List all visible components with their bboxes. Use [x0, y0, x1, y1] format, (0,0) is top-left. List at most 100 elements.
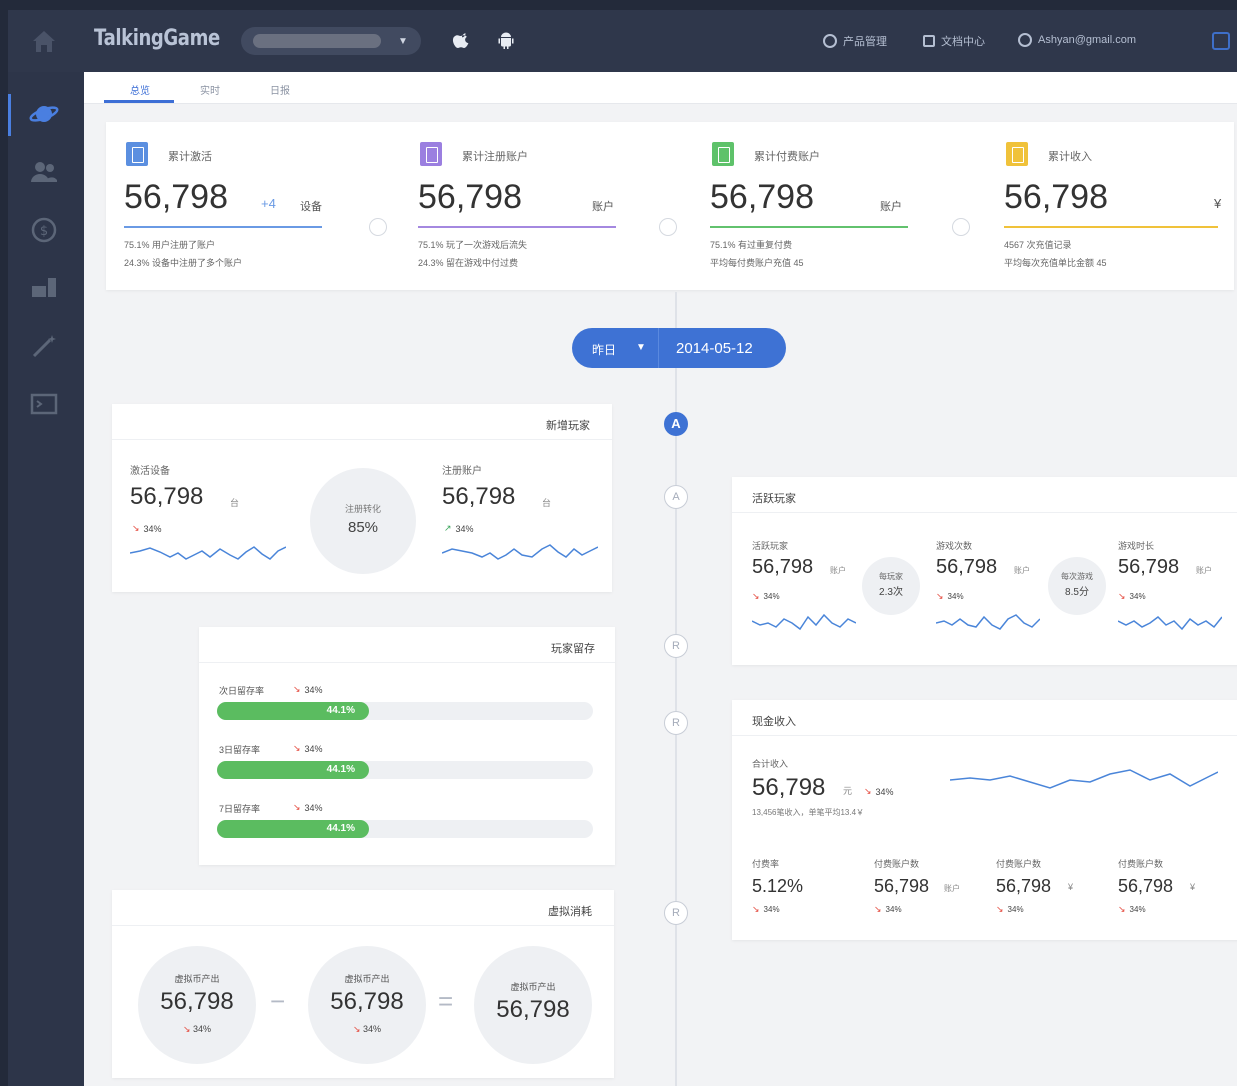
users-icon[interactable]: [28, 158, 60, 186]
trend-down-icon: ↘: [1118, 904, 1126, 914]
planet-icon[interactable]: [28, 100, 60, 128]
active-players-card: 活跃玩家 活跃玩家 56,798 账户 ↘ 34% 每玩家 2.3次 游戏次数 …: [732, 477, 1237, 665]
section-title: 虚拟消耗: [548, 906, 592, 918]
terminal-icon[interactable]: [28, 390, 60, 418]
devices-icon[interactable]: [28, 274, 60, 302]
metric-label: 注册账户: [442, 466, 482, 477]
retention-bar: 44.1%: [217, 702, 593, 720]
income-icon: [1006, 142, 1028, 166]
metric-value: 56,798: [874, 876, 930, 896]
metric-label: 付费账户数: [874, 859, 920, 869]
timeline-node[interactable]: R: [664, 634, 688, 658]
section-title: 活跃玩家: [752, 493, 796, 505]
metric-unit: 台: [542, 498, 552, 508]
chevron-down-icon: ▼: [636, 342, 646, 353]
dollar-icon[interactable]: $: [28, 216, 60, 244]
tab-daily[interactable]: 日报: [270, 82, 290, 97]
trend-down-icon: ↘: [996, 904, 1004, 914]
kpi-sub-1: 75.1% 玩了一次游戏后流失: [418, 240, 528, 250]
retention-bar-fill: 44.1%: [217, 820, 369, 838]
kpi-sub-2: 24.3% 留在游戏中付过费: [418, 258, 519, 268]
vc-value: 56,798: [496, 996, 570, 1023]
kpi-connector: [369, 218, 387, 236]
kpi-progress-bar: [418, 226, 666, 228]
retention-label: 次日留存率: [219, 686, 265, 696]
metric-change: ↘ 34%: [132, 523, 162, 534]
metric-change: ↘ 34%: [1118, 904, 1146, 915]
user-icon: [1018, 33, 1032, 47]
kpi-sub-1: 4567 次充值记录: [1004, 240, 1072, 250]
metric-change: ↗ 34%: [444, 523, 474, 534]
kpi-label: 累计注册账户: [462, 151, 528, 163]
change-value: 34%: [1129, 592, 1146, 601]
trend-down-icon: ↘: [132, 523, 140, 533]
kpi-sub-2: 平均每付费账户充值 45: [710, 258, 804, 268]
equals-operator: =: [438, 986, 454, 1016]
kpi-label: 累计激活: [168, 151, 212, 163]
kpi-revenue: 累计收入 56,798 ¥ 4567 次充值记录 平均每次充值单比金额 45: [986, 122, 1237, 290]
kpi-progress-bar: [124, 226, 372, 228]
timeline-node-active[interactable]: A: [664, 412, 688, 436]
metric-change: ↘ 34%: [996, 904, 1024, 915]
timeline-node[interactable]: R: [664, 901, 688, 925]
account-icon: [420, 142, 442, 166]
nav-user-account[interactable]: Ashyan@gmail.com: [1018, 33, 1136, 47]
kpi-value: 56,798: [124, 178, 228, 216]
metric-value: 56,798: [996, 876, 1052, 896]
virtual-currency-card: 虚拟消耗 虚拟币产出 56,798 ↘ 34% − 虚拟币产出 56,798 ↘…: [112, 890, 614, 1078]
kpi-unit: ¥: [1214, 196, 1222, 211]
revenue-sparkline: [950, 769, 1218, 789]
home-icon[interactable]: [30, 28, 58, 54]
product-icon: [823, 34, 837, 48]
brand-logo[interactable]: TalkingGame: [94, 26, 220, 51]
tab-bar: 总览 实时 日报: [84, 72, 1237, 104]
date-value: 2014-05-12: [676, 340, 753, 357]
logout-icon[interactable]: [1212, 32, 1230, 50]
tab-overview[interactable]: 总览: [130, 82, 150, 97]
change-value: 34%: [1129, 905, 1146, 914]
nav-doc-center[interactable]: 文档中心: [923, 33, 985, 49]
kpi-unit: 设备: [300, 201, 322, 213]
magic-wand-icon[interactable]: [28, 332, 60, 360]
retention-label: 3日留存率: [219, 745, 261, 755]
trend-up-icon: ↗: [444, 523, 452, 533]
metric-unit: ¥: [1190, 882, 1196, 892]
metric-label: 付费账户数: [996, 859, 1042, 869]
metric-value: 5.12%: [752, 876, 804, 896]
kpi-progress-bar: [1004, 226, 1218, 228]
vc-label: 虚拟币产出: [510, 982, 556, 992]
trend-down-icon: ↘: [1118, 591, 1126, 601]
kpi-registrations: 累计注册账户 56,798 账户 75.1% 玩了一次游戏后流失 24.3% 留…: [400, 122, 682, 290]
minus-operator: −: [270, 986, 286, 1016]
bubble-value: 8.5分: [1065, 587, 1089, 598]
nav-product-manage[interactable]: 产品管理: [823, 33, 887, 49]
change-value: 34%: [763, 905, 780, 914]
conversion-value: 85%: [347, 519, 379, 536]
section-title: 新增玩家: [546, 420, 590, 432]
app-name-blurred: [253, 34, 381, 48]
apple-icon[interactable]: [452, 30, 472, 50]
kpi-delta: +4: [261, 196, 276, 211]
android-icon[interactable]: [496, 30, 516, 50]
timeline-node[interactable]: A: [664, 485, 688, 509]
retention-change: ↘ 34%: [293, 802, 323, 813]
section-header: 新增玩家: [112, 404, 612, 440]
timeline-node[interactable]: R: [664, 711, 688, 735]
retention-bar-fill: 44.1%: [217, 761, 369, 779]
date-range-label: 昨日: [592, 343, 617, 357]
kpi-progress-fill: [710, 226, 908, 228]
metric-change: ↘ 34%: [752, 904, 780, 915]
date-picker[interactable]: 昨日 ▼ 2014-05-12: [572, 328, 786, 368]
tab-realtime[interactable]: 实时: [200, 82, 220, 97]
metric-change: ↘ 34%: [752, 591, 780, 602]
metric-label: 游戏次数: [936, 541, 973, 551]
metric-unit: 账户: [1196, 566, 1212, 575]
revenue-total-unit: 元: [843, 786, 853, 796]
kpi-activations: 累计激活 56,798 +4 设备 75.1% 用户注册了账户 24.3% 设备…: [106, 122, 388, 290]
vc-label: 虚拟币产出: [174, 974, 220, 984]
metric-change: ↘ 34%: [1118, 591, 1146, 602]
vc-value: 56,798: [330, 988, 404, 1015]
app-selector[interactable]: ▼: [241, 27, 421, 55]
bubble-label: 每玩家: [879, 572, 903, 581]
metric-unit: 账户: [830, 566, 846, 575]
